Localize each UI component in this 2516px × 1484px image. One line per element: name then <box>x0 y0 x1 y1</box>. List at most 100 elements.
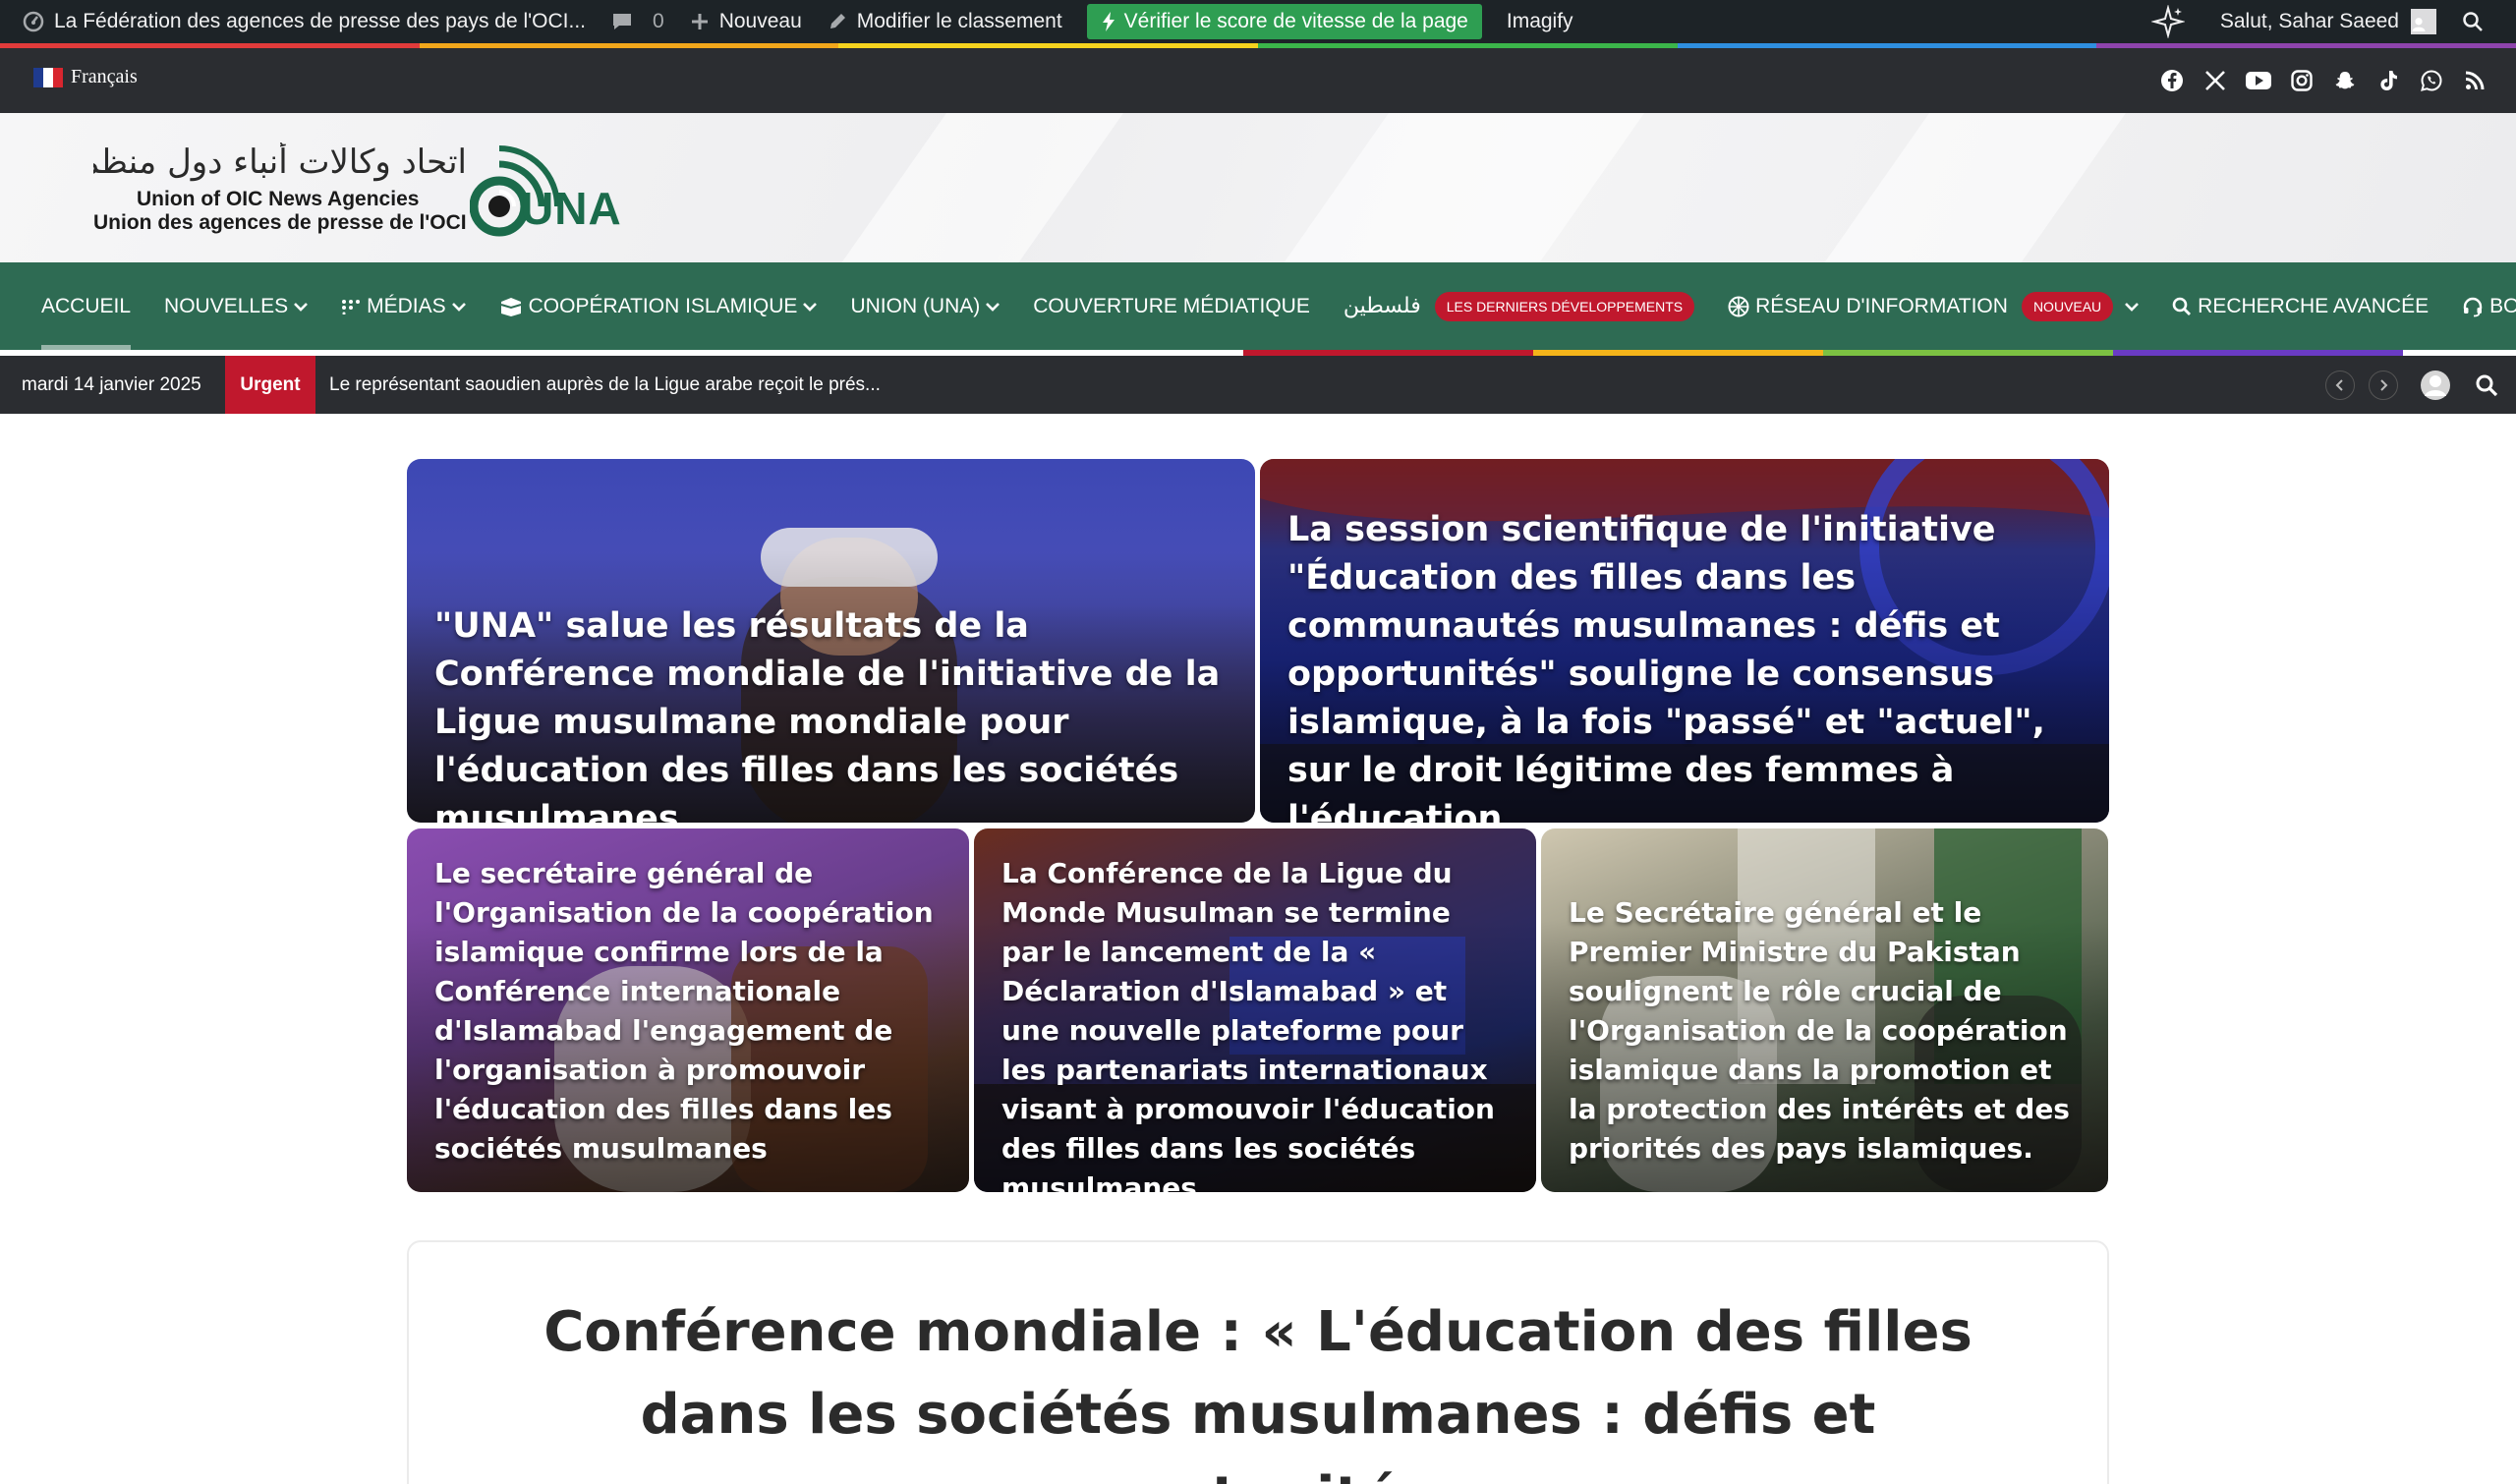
ticker-next-button[interactable] <box>2369 370 2398 400</box>
featured-article-2[interactable]: La session scientifique de l'initiative … <box>1260 459 2109 823</box>
sparkle-icon <box>2150 5 2185 38</box>
chevron-down-icon <box>451 302 466 312</box>
user-account-menu[interactable]: Salut, Sahar Saeed <box>2207 0 2449 43</box>
featured-article-5[interactable]: Le Secrétaire général et le Premier Mini… <box>1541 828 2108 1192</box>
youtube-icon[interactable] <box>2237 64 2280 97</box>
site-search-button[interactable] <box>2475 373 2498 397</box>
language-switcher[interactable]: Français <box>33 66 138 88</box>
breaking-news-bar: mardi 14 janvier 2025 Urgent Le représen… <box>0 356 2516 414</box>
headset-icon <box>2463 297 2483 316</box>
comments-count: 0 <box>653 10 664 32</box>
main-navigation: ACCUEIL NOUVELLES MÉDIAS COOPÉRATION ISL… <box>0 262 2516 350</box>
urgent-label: Urgent <box>225 356 315 414</box>
admin-search-button[interactable] <box>2449 0 2506 43</box>
nav-label: COUVERTURE MÉDIATIQUE <box>1033 294 1310 317</box>
article-title: "UNA" salue les résultats de la Conféren… <box>434 606 1221 823</box>
site-name-link[interactable]: La Fédération des agences de presse des … <box>10 0 599 43</box>
admin-bar-left: La Fédération des agences de presse des … <box>10 0 1586 43</box>
nav-item-recherche-avancee[interactable]: RECHERCHE AVANCÉE <box>2155 262 2445 350</box>
featured-article-4[interactable]: La Conférence de la Ligue du Monde Musul… <box>974 828 1536 1192</box>
admin-bar-right: Salut, Sahar Saeed <box>2139 0 2506 43</box>
section-title: Conférence mondiale : « L'éducation des … <box>543 1300 1973 1484</box>
kaaba-icon <box>500 297 521 316</box>
new-label: Nouveau <box>718 10 802 32</box>
comment-icon <box>613 14 631 29</box>
breaking-controls <box>2325 356 2498 414</box>
nav-label: NOUVELLES <box>164 294 289 317</box>
featured-article-1[interactable]: "UNA" salue les résultats de la Conféren… <box>407 459 1255 823</box>
new-badge: NOUVEAU <box>2021 291 2114 321</box>
dashboard-icon <box>23 11 44 32</box>
snapchat-icon[interactable] <box>2323 64 2367 97</box>
nav-item-nouvelles[interactable]: NOUVELLES <box>147 262 324 350</box>
user-avatar <box>2411 9 2436 34</box>
nav-label: فلسطين <box>1343 294 1421 318</box>
nav-label: MÉDIAS <box>367 294 446 317</box>
lightning-icon <box>1102 12 1115 31</box>
article-title: La session scientifique de l'initiative … <box>1287 510 2045 823</box>
user-silhouette-icon <box>2412 18 2426 31</box>
logo-arabic-text: اتحاد وكالات أنباء دول منظمة التعاون الإ… <box>93 143 467 182</box>
nav-item-cooperation-islamique[interactable]: COOPÉRATION ISLAMIQUE <box>483 262 834 350</box>
chevron-left-icon <box>2335 378 2343 391</box>
page-speed-button[interactable]: Vérifier le score de vitesse de la page <box>1086 4 1482 39</box>
edit-label: Modifier le classement <box>856 10 1062 32</box>
rss-icon[interactable] <box>2453 64 2496 97</box>
top-bar: Français <box>0 48 2516 113</box>
grid-dots-icon <box>342 299 361 314</box>
nav-item-bot-ia[interactable]: BOT IA <box>2445 262 2516 350</box>
search-icon <box>2463 12 2483 31</box>
pencil-icon <box>829 14 845 29</box>
language-label: Français <box>71 66 138 87</box>
ai-assistant-button[interactable] <box>2139 0 2207 43</box>
chevron-down-icon <box>294 302 309 312</box>
nav-item-couverture-mediatique[interactable]: COUVERTURE MÉDIATIQUE <box>1016 262 1327 350</box>
plus-icon <box>691 14 708 29</box>
breaking-headline-link[interactable]: Le représentant saoudien auprès de la Li… <box>329 356 919 414</box>
chevron-down-icon <box>2125 302 2140 312</box>
nav-label: RÉSEAU D'INFORMATION <box>1755 294 2008 317</box>
user-login-button[interactable] <box>2420 370 2451 401</box>
imagify-menu[interactable]: Imagify <box>1494 0 1586 43</box>
imagify-label: Imagify <box>1506 10 1573 32</box>
chevron-right-icon <box>2380 378 2388 391</box>
search-icon <box>2172 297 2192 315</box>
header-decoration <box>1791 113 2141 262</box>
nav-label: COOPÉRATION ISLAMIQUE <box>528 294 798 317</box>
section-block: Conférence mondiale : « L'éducation des … <box>407 1240 2109 1484</box>
facebook-icon[interactable] <box>2150 64 2194 97</box>
network-icon <box>1728 296 1749 316</box>
nav-item-accueil[interactable]: ACCUEIL <box>25 262 147 350</box>
logo-french-text: Union des agences de presse de l'OCI <box>93 211 467 234</box>
comments-link[interactable]: 0 <box>599 0 677 43</box>
ticker-prev-button[interactable] <box>2325 370 2355 400</box>
header-decoration <box>808 113 1138 262</box>
nav-item-union-una[interactable]: UNION (UNA) <box>833 262 1016 350</box>
nav-item-medias[interactable]: MÉDIAS <box>324 262 483 350</box>
instagram-icon[interactable] <box>2280 64 2323 97</box>
nav-items: ACCUEIL NOUVELLES MÉDIAS COOPÉRATION ISL… <box>25 262 2516 350</box>
logo-english-text: Union of OIC News Agencies <box>137 188 420 210</box>
featured-article-3[interactable]: Le secrétaire général de l'Organisation … <box>407 828 969 1192</box>
search-icon <box>2476 374 2498 396</box>
article-title: Le secrétaire général de l'Organisation … <box>434 857 934 1165</box>
site-header: اتحاد وكالات أنباء دول منظمة التعاون الإ… <box>0 113 2516 262</box>
logo-una-text: UNA <box>521 183 622 234</box>
edit-ordering-button[interactable]: Modifier le classement <box>815 0 1075 43</box>
tiktok-icon[interactable] <box>2367 64 2410 97</box>
current-date: mardi 14 janvier 2025 <box>22 373 201 395</box>
wp-admin-bar: La Fédération des agences de presse des … <box>0 0 2516 43</box>
whatsapp-icon[interactable] <box>2410 64 2453 97</box>
article-title: Le Secrétaire général et le Premier Mini… <box>1569 896 2070 1165</box>
greeting-label: Salut, Sahar Saeed <box>2219 10 2399 32</box>
una-logo-mark: UNA <box>470 143 629 241</box>
site-logo[interactable]: اتحاد وكالات أنباء دول منظمة التعاون الإ… <box>93 143 629 241</box>
nav-label: UNION (UNA) <box>850 294 981 317</box>
x-icon[interactable] <box>2194 64 2237 97</box>
new-content-button[interactable]: Nouveau <box>677 0 815 43</box>
france-flag-icon <box>33 67 63 87</box>
nav-label: ACCUEIL <box>41 294 132 317</box>
nav-item-reseau-information[interactable]: RÉSEAU D'INFORMATION NOUVEAU <box>1711 262 2155 350</box>
nav-item-palestine[interactable]: فلسطين LES DERNIERS DÉVELOPPEMENTS <box>1327 262 1711 350</box>
latest-developments-badge: LES DERNIERS DÉVELOPPEMENTS <box>1434 291 1695 321</box>
